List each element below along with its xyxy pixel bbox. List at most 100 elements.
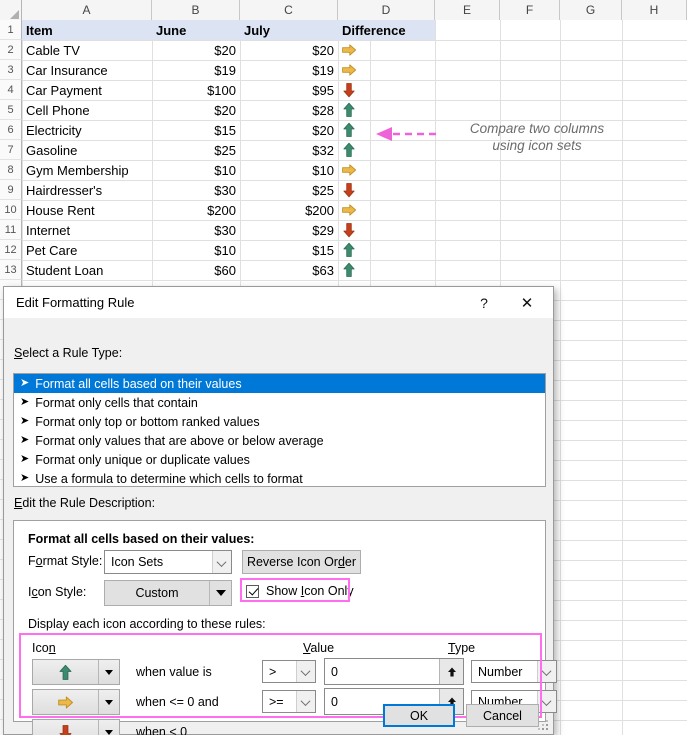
- operator-combo-1[interactable]: >=: [262, 690, 316, 713]
- table-row-item[interactable]: Pet Care: [22, 240, 152, 260]
- table-row-item[interactable]: Electricity: [22, 120, 152, 140]
- chevron-down-icon[interactable]: [98, 660, 119, 684]
- type-combo-0[interactable]: Number: [471, 660, 557, 683]
- table-row-item[interactable]: Internet: [22, 220, 152, 240]
- row-header-2[interactable]: 2: [0, 40, 22, 60]
- column-header-g[interactable]: G: [560, 0, 622, 20]
- row-header-3[interactable]: 3: [0, 60, 22, 80]
- table-row-july[interactable]: $29: [240, 220, 338, 240]
- table-row-july[interactable]: $10: [240, 160, 338, 180]
- table-row-difference-up-arrow-green-icon[interactable]: [338, 140, 360, 160]
- cell-b1[interactable]: June: [152, 20, 240, 40]
- column-header-e[interactable]: E: [435, 0, 500, 20]
- column-header-h[interactable]: H: [622, 0, 687, 20]
- icon-picker-0[interactable]: [32, 659, 120, 685]
- table-row-july[interactable]: $19: [240, 60, 338, 80]
- table-row-july[interactable]: $63: [240, 260, 338, 280]
- table-row-difference-up-arrow-green-icon[interactable]: [338, 260, 360, 280]
- table-row-july[interactable]: $25: [240, 180, 338, 200]
- table-row-difference-down-arrow-red-icon[interactable]: [338, 180, 360, 200]
- column-header-c[interactable]: C: [240, 0, 338, 20]
- table-row-item[interactable]: Gasoline: [22, 140, 152, 160]
- row-header-12[interactable]: 12: [0, 240, 22, 260]
- table-row-july[interactable]: $95: [240, 80, 338, 100]
- chevron-down-icon[interactable]: [209, 581, 231, 605]
- row-header-13[interactable]: 13: [0, 260, 22, 280]
- edit-formatting-rule-dialog[interactable]: Edit Formatting Rule ? ✕ Select a Rule T…: [3, 286, 557, 735]
- collapse-dialog-icon[interactable]: [439, 659, 463, 684]
- table-row-difference-up-arrow-green-icon[interactable]: [338, 100, 360, 120]
- rule-type-option-3[interactable]: ➤ Format only values that are above or be…: [14, 431, 545, 450]
- column-header-b[interactable]: B: [152, 0, 240, 20]
- chevron-down-icon[interactable]: [537, 691, 556, 712]
- table-row-july[interactable]: $20: [240, 120, 338, 140]
- close-icon[interactable]: ✕: [507, 287, 547, 318]
- row-header-6[interactable]: 6: [0, 120, 22, 140]
- row-header-4[interactable]: 4: [0, 80, 22, 100]
- chevron-down-icon[interactable]: [296, 691, 315, 712]
- table-row-june[interactable]: $10: [152, 160, 240, 180]
- format-style-combo[interactable]: Icon Sets: [104, 550, 232, 574]
- rule-type-option-5[interactable]: ➤ Use a formula to determine which cells …: [14, 469, 545, 486]
- row-header-10[interactable]: 10: [0, 200, 22, 220]
- table-row-item[interactable]: Cell Phone: [22, 100, 152, 120]
- cell-c1[interactable]: July: [240, 20, 338, 40]
- rule-type-option-1[interactable]: ➤ Format only cells that contain: [14, 393, 545, 412]
- chevron-down-icon[interactable]: [296, 661, 315, 682]
- table-row-item[interactable]: Gym Membership: [22, 160, 152, 180]
- icon-picker-2[interactable]: [32, 719, 120, 735]
- table-row-july[interactable]: $32: [240, 140, 338, 160]
- table-row-june[interactable]: $10: [152, 240, 240, 260]
- table-row-difference-right-arrow-yellow-icon[interactable]: [338, 60, 360, 80]
- resize-grip-icon[interactable]: [538, 720, 550, 732]
- rule-type-option-0[interactable]: ➤ Format all cells based on their values: [14, 374, 545, 393]
- table-row-item[interactable]: House Rent: [22, 200, 152, 220]
- table-row-difference-up-arrow-green-icon[interactable]: [338, 240, 360, 260]
- table-row-difference-right-arrow-yellow-icon[interactable]: [338, 40, 360, 60]
- cell-a1[interactable]: Item: [22, 20, 152, 40]
- column-header-a[interactable]: A: [22, 0, 152, 20]
- select-all-corner[interactable]: [0, 0, 22, 20]
- table-row-july[interactable]: $28: [240, 100, 338, 120]
- table-row-difference-right-arrow-yellow-icon[interactable]: [338, 160, 360, 180]
- row-header-5[interactable]: 5: [0, 100, 22, 120]
- row-header-7[interactable]: 7: [0, 140, 22, 160]
- ok-button[interactable]: OK: [383, 704, 455, 727]
- table-row-july[interactable]: $200: [240, 200, 338, 220]
- row-header-8[interactable]: 8: [0, 160, 22, 180]
- table-row-item[interactable]: Car Payment: [22, 80, 152, 100]
- icon-picker-1[interactable]: [32, 689, 120, 715]
- operator-combo-0[interactable]: >: [262, 660, 316, 683]
- table-row-june[interactable]: $100: [152, 80, 240, 100]
- table-row-june[interactable]: $20: [152, 100, 240, 120]
- cell-d1[interactable]: Difference: [338, 20, 435, 40]
- cancel-button[interactable]: Cancel: [466, 704, 539, 727]
- table-row-difference-right-arrow-yellow-icon[interactable]: [338, 200, 360, 220]
- rule-type-option-4[interactable]: ➤ Format only unique or duplicate values: [14, 450, 545, 469]
- table-row-june[interactable]: $200: [152, 200, 240, 220]
- table-row-difference-down-arrow-red-icon[interactable]: [338, 220, 360, 240]
- table-row-june[interactable]: $19: [152, 60, 240, 80]
- column-header-f[interactable]: F: [500, 0, 560, 20]
- value-input-0[interactable]: 0: [324, 658, 464, 685]
- chevron-down-icon[interactable]: [537, 661, 556, 682]
- help-icon[interactable]: ?: [467, 287, 501, 318]
- table-row-june[interactable]: $60: [152, 260, 240, 280]
- chevron-down-icon[interactable]: [212, 551, 231, 573]
- icon-style-combo[interactable]: Custom: [104, 580, 232, 606]
- reverse-icon-order-button[interactable]: Reverse Icon Order: [242, 550, 361, 574]
- rule-type-list[interactable]: ➤ Format all cells based on their values ➤…: [13, 373, 546, 487]
- row-header-11[interactable]: 11: [0, 220, 22, 240]
- row-header-1[interactable]: 1: [0, 20, 22, 40]
- table-row-june[interactable]: $15: [152, 120, 240, 140]
- table-row-july[interactable]: $15: [240, 240, 338, 260]
- table-row-june[interactable]: $20: [152, 40, 240, 60]
- table-row-item[interactable]: Car Insurance: [22, 60, 152, 80]
- chevron-down-icon[interactable]: [98, 720, 119, 735]
- table-row-difference-up-arrow-green-icon[interactable]: [338, 120, 360, 140]
- table-row-july[interactable]: $20: [240, 40, 338, 60]
- rule-type-option-2[interactable]: ➤ Format only top or bottom ranked values: [14, 412, 545, 431]
- table-row-item[interactable]: Student Loan: [22, 260, 152, 280]
- show-icon-only-checkbox[interactable]: Show Icon Only: [246, 584, 354, 598]
- checkbox-checked-icon[interactable]: [246, 584, 259, 598]
